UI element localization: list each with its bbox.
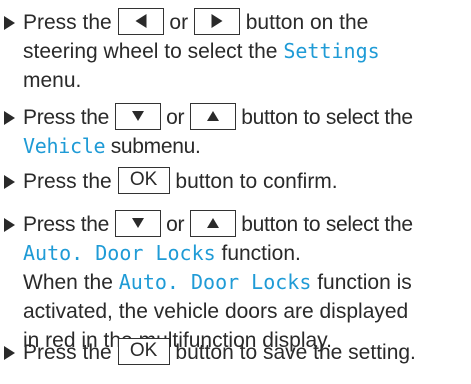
- step-2-text: Press the or button to select the Vehicl…: [23, 102, 413, 161]
- step-4-line1-a: Press the: [23, 213, 115, 236]
- auto-door-locks-label: Auto. Door Locks: [23, 241, 216, 265]
- step-4-line1-b: or: [166, 213, 190, 236]
- left-arrow-key: [117, 7, 164, 35]
- step-2-line1-b: or: [166, 106, 190, 129]
- step-arrow-icon: [4, 16, 15, 30]
- step-1-line1-a: Press the: [23, 11, 118, 34]
- step-arrow-icon: [4, 175, 15, 189]
- auto-door-locks-label: Auto. Door Locks: [118, 270, 312, 294]
- step-arrow-icon: [4, 111, 15, 125]
- right-arrow-key-icon: [211, 14, 223, 29]
- step-4-text: Press the or button to select the Auto. …: [23, 209, 413, 355]
- left-arrow-key-icon: [135, 14, 147, 29]
- step-2-line1-a: Press the: [23, 106, 115, 129]
- step-1-line1-c: button on the: [245, 11, 369, 34]
- step-1-line3: menu.: [23, 69, 82, 92]
- right-arrow-key: [193, 7, 240, 35]
- step-2-line1-c: button to select the: [241, 106, 413, 129]
- step-4-line3-a: When the: [23, 271, 119, 294]
- ok-key: OK: [117, 166, 170, 194]
- step-3-line1-a: Press the: [23, 170, 118, 193]
- down-arrow-key: [114, 102, 161, 130]
- vehicle-submenu-label: Vehicle: [23, 134, 106, 158]
- step-1-line2-a: steering wheel to select the: [23, 40, 284, 63]
- step-4-line2-b: function.: [215, 242, 301, 265]
- ok-key: OK: [117, 337, 170, 365]
- step-arrow-icon: [4, 218, 15, 232]
- down-arrow-key: [114, 209, 161, 237]
- step-2-line2-b: submenu.: [105, 135, 201, 158]
- up-arrow-key-icon: [206, 218, 219, 229]
- settings-menu-label: Settings: [283, 39, 380, 63]
- up-arrow-key: [189, 209, 236, 237]
- step-arrow-icon: [4, 346, 15, 360]
- step-1-text: Press the or button on the steering whee…: [23, 7, 380, 95]
- step-4-line4: activated, the vehicle doors are display…: [23, 300, 409, 323]
- step-5-text: Press the OK button to save the setting.: [23, 337, 416, 367]
- step-4-line1-c: button to select the: [241, 213, 413, 236]
- down-arrow-key-icon: [131, 111, 144, 122]
- step-3-line1-b: button to confirm.: [175, 170, 338, 193]
- step-1-line1-b: or: [169, 11, 194, 34]
- up-arrow-key: [189, 102, 236, 130]
- step-5-line1-a: Press the: [23, 341, 118, 364]
- step-5-line1-b: button to save the setting.: [175, 341, 416, 364]
- up-arrow-key-icon: [206, 111, 219, 122]
- down-arrow-key-icon: [131, 218, 144, 229]
- step-4-line3-b: function is: [311, 271, 412, 294]
- step-3-text: Press the OK button to confirm.: [23, 166, 338, 196]
